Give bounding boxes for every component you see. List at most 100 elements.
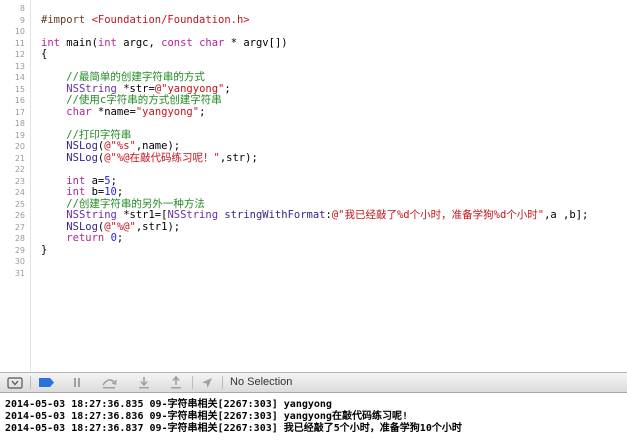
code-token: ,str); — [219, 151, 258, 164]
line-number: 29 — [14, 245, 25, 255]
line-number: 25 — [14, 199, 25, 209]
code-token: int — [66, 174, 86, 187]
line-number: 11 — [14, 38, 25, 48]
code-token: ; — [224, 82, 231, 95]
code-editor[interactable]: 8 9 10 11 12 13 14 15 16 17 18 19 20 21 22 23 24 25 26 27 28… — [0, 0, 627, 372]
pause-icon[interactable] — [66, 375, 88, 390]
debug-console[interactable]: 2014-05-03 18:27:36.835 09-字符串相关[2267:30… — [0, 393, 627, 448]
line-number: 19 — [14, 130, 25, 140]
line-number: 31 — [14, 268, 25, 278]
code-token: ; — [199, 105, 206, 118]
code-token: *str= — [116, 82, 155, 95]
line-number: 10 — [14, 27, 25, 36]
line-number: 17 — [14, 107, 25, 117]
code-token: } — [41, 243, 48, 256]
code-token: ; — [110, 174, 117, 187]
code-token: ; — [116, 232, 124, 244]
line-number: 22 — [14, 165, 25, 174]
code-token: //创建字符串的另外一种方法 — [41, 197, 205, 210]
location-icon[interactable] — [196, 375, 218, 390]
line-number: 12 — [14, 50, 25, 59]
code-token: NSLog — [66, 140, 98, 152]
code-line[interactable]: char *name="yangyong"; — [41, 105, 206, 119]
line-number: 20 — [14, 142, 25, 151]
code-token: 10 — [104, 186, 117, 198]
code-token: const — [161, 36, 193, 49]
code-token: @"%@在敲代码练习呢！" — [104, 151, 220, 164]
code-token: char — [199, 36, 225, 49]
line-number: 13 — [14, 61, 25, 71]
code-line[interactable]: #import <Foundation/Foundation.h> — [41, 13, 250, 27]
code-line[interactable]: return 0; — [41, 232, 124, 245]
code-token: NSLog — [66, 151, 98, 164]
code-token: "yangyong" — [135, 105, 200, 118]
debug-toolbar: No Selection — [0, 372, 627, 393]
line-number: 15 — [14, 84, 25, 94]
line-number: 18 — [14, 119, 25, 128]
step-out-icon[interactable] — [165, 375, 187, 390]
line-number: 23 — [14, 176, 25, 186]
console-line: 2014-05-03 18:27:36.835 09-字符串相关[2267:30… — [5, 399, 332, 410]
line-number: 27 — [14, 222, 25, 232]
code-token: int — [97, 36, 117, 49]
code-token: *str1=[ — [116, 209, 168, 221]
variable-selection-label: No Selection — [230, 376, 293, 388]
console-line: 2014-05-03 18:27:36.837 09-字符串相关[2267:30… — [5, 423, 462, 434]
step-over-icon[interactable] — [98, 375, 120, 390]
code-token: NSString — [66, 82, 117, 95]
code-line[interactable]: int main(int argc, const char * argv[]) — [41, 36, 288, 50]
code-token: //最简单的创建字符串的方式 — [41, 71, 205, 83]
code-token: ,str1); — [135, 220, 181, 233]
code-token: int — [66, 186, 86, 198]
line-number: 21 — [14, 153, 25, 163]
line-number: 24 — [14, 188, 25, 197]
code-token: //使用c字符串的方式创建字符串 — [41, 94, 222, 106]
separator — [222, 376, 223, 389]
line-number: 9 — [19, 15, 25, 25]
code-token: ,a ,b]; — [544, 209, 589, 221]
code-token: NSString — [66, 209, 117, 221]
line-number: 26 — [14, 211, 25, 220]
line-number: 16 — [14, 96, 25, 105]
code-token: return — [66, 232, 105, 244]
code-token: main( — [59, 36, 98, 49]
code-token: NSString — [167, 209, 219, 221]
source-code[interactable]: #import <Foundation/Foundation.h> int mai… — [41, 0, 627, 372]
line-number: 8 — [19, 4, 25, 13]
code-token: @"我已经敲了%d个小时，准备学狗%d个小时" — [331, 209, 545, 221]
code-token: @"%s" — [104, 140, 136, 152]
code-token: *name= — [91, 105, 136, 118]
line-number: 14 — [14, 73, 25, 82]
code-token: #import — [41, 13, 92, 26]
line-number: 30 — [14, 257, 25, 266]
code-token: ,name); — [135, 140, 181, 152]
separator — [192, 376, 193, 389]
step-into-icon[interactable] — [133, 375, 155, 390]
code-token: { — [41, 48, 48, 60]
code-line[interactable]: } — [41, 243, 48, 257]
code-token: a= — [85, 174, 105, 187]
code-token: @"%@" — [104, 220, 136, 233]
code-line[interactable]: { — [41, 48, 48, 61]
code-token: //打印字符串 — [41, 128, 132, 141]
line-number-gutter: 8 9 10 11 12 13 14 15 16 17 18 19 20 21 22 23 24 25 26 27 28… — [0, 0, 31, 372]
code-token: b= — [85, 186, 105, 198]
code-token: int — [41, 36, 60, 49]
breakpoints-toggle-icon[interactable] — [36, 375, 58, 390]
code-token: argc, — [116, 36, 162, 49]
line-number: 28 — [14, 234, 25, 243]
code-token: NSLog — [66, 220, 98, 233]
code-token: <Foundation/Foundation.h> — [91, 13, 250, 26]
hide-debug-area-icon[interactable] — [4, 375, 26, 390]
code-line[interactable]: NSLog(@"%@在敲代码练习呢！",str); — [41, 151, 258, 165]
separator — [30, 376, 31, 389]
